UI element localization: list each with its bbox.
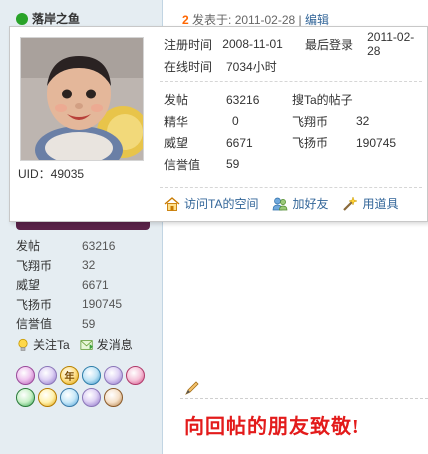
send-message-button[interactable]: 发消息 xyxy=(80,336,133,353)
register-value: 2008-11-01 xyxy=(222,37,283,51)
prestige-label: 威望 xyxy=(164,136,189,151)
medal-icon[interactable] xyxy=(104,366,123,385)
register-label: 注册时间 xyxy=(164,37,213,52)
card-stat-row: 精华 0 飞翔币 32 xyxy=(164,111,424,133)
online-label: 在线时间 xyxy=(164,59,213,74)
visit-space-label[interactable]: 访问TA的空间 xyxy=(184,195,258,212)
credit-label: 信誉值 xyxy=(164,157,201,172)
medal-icon[interactable] xyxy=(82,388,101,407)
card-stat-row: 威望 6671 飞扬币 190745 xyxy=(164,132,424,154)
stat-label: 发帖 xyxy=(16,239,41,254)
user-info-popup: UID：49035 注册时间 2008-11-01 最后登录 2011-02-2… xyxy=(9,26,428,222)
card-actions-divider xyxy=(160,187,422,188)
stat-value: 6671 xyxy=(82,277,109,292)
use-item-label[interactable]: 用道具 xyxy=(362,195,398,212)
prestige-value: 6671 xyxy=(226,135,253,150)
feiyang-value: 190745 xyxy=(356,135,397,150)
medal-icon[interactable] xyxy=(16,388,35,407)
user-info-summary: 注册时间 2008-11-01 最后登录 2011-02-28 在线时间 703… xyxy=(164,30,424,77)
stat-row-credit: 信誉值 59 xyxy=(16,314,156,334)
follow-button[interactable]: 关注Ta xyxy=(16,336,70,353)
user-avatar[interactable] xyxy=(20,37,144,161)
medal-icon[interactable] xyxy=(126,366,145,385)
stat-label: 飞扬币 xyxy=(16,297,53,312)
card-actions: 访问TA的空间 加好友 用道具 xyxy=(164,195,398,212)
register-row: 注册时间 2008-11-01 最后登录 2011-02-28 xyxy=(164,30,424,58)
medal-icon[interactable] xyxy=(82,366,101,385)
magic-wand-icon xyxy=(343,195,359,211)
author-stats: 发帖 63216 飞翔币 32 威望 6671 飞扬币 190745 信誉值 5… xyxy=(16,236,156,334)
medal-icon[interactable] xyxy=(104,388,123,407)
posts-value: 63216 xyxy=(226,92,260,107)
stat-row-feixiang: 飞翔币 32 xyxy=(16,256,156,276)
last-login-label: 最后登录 xyxy=(305,37,354,52)
author-actions: 关注Ta 发消息 xyxy=(16,336,133,353)
user-uid: UID：49035 xyxy=(18,167,85,181)
floor-number: 2 xyxy=(182,13,189,27)
medal-icon[interactable] xyxy=(60,388,79,407)
medal-icon[interactable]: 年 xyxy=(60,366,79,385)
post-message: 向回帖的朋友致敬! xyxy=(184,416,360,438)
feixiang-value: 32 xyxy=(356,114,370,129)
medal-icon[interactable] xyxy=(38,388,57,407)
essence-label: 精华 xyxy=(164,114,189,129)
envelope-icon xyxy=(80,339,93,350)
stat-row-posts: 发帖 63216 xyxy=(16,236,156,256)
feiyang-label: 飞扬币 xyxy=(292,136,329,151)
card-stat-row: 发帖 63216 搜Ta的帖子 xyxy=(164,89,424,111)
last-login-value: 2011-02-28 xyxy=(367,30,415,58)
stat-value: 63216 xyxy=(82,238,116,253)
visit-space-link[interactable]: 访问TA的空间 xyxy=(164,195,258,212)
essence-value: 0 xyxy=(232,114,239,129)
medal-list: 年 xyxy=(16,366,146,407)
lightbulb-icon xyxy=(18,338,28,351)
posted-time: 发表于: 2011-02-28 xyxy=(192,13,296,27)
send-message-label[interactable]: 发消息 xyxy=(97,336,133,353)
add-friend-link[interactable]: 加好友 xyxy=(272,195,328,212)
stat-label: 威望 xyxy=(16,278,41,293)
use-item-link[interactable]: 用道具 xyxy=(342,195,398,212)
stat-label: 信誉值 xyxy=(16,317,53,332)
author-name[interactable]: 落岸之鱼 xyxy=(16,10,80,27)
add-friend-label[interactable]: 加好友 xyxy=(292,195,328,212)
stat-value: 32 xyxy=(82,258,96,273)
stat-row-feiyang: 飞扬币 190745 xyxy=(16,295,156,315)
pencil-icon xyxy=(185,381,199,395)
posts-label: 发帖 xyxy=(164,93,189,108)
user-stats: 发帖 63216 搜Ta的帖子 精华 0 飞翔币 32 威望 6671 飞扬币 … xyxy=(164,89,424,175)
follow-label[interactable]: 关注Ta xyxy=(33,336,70,353)
edit-link[interactable]: 编辑 xyxy=(305,13,329,27)
header-separator: | xyxy=(298,13,302,27)
search-posts-link[interactable]: 搜Ta的帖子 xyxy=(292,91,353,108)
home-icon xyxy=(164,196,180,211)
stat-value: 59 xyxy=(82,316,96,331)
online-status-icon xyxy=(16,13,28,25)
feixiang-label: 飞翔币 xyxy=(292,114,329,129)
card-divider xyxy=(160,81,422,82)
stat-label: 飞翔币 xyxy=(16,258,53,273)
add-friend-icon xyxy=(273,197,288,210)
medal-icon[interactable] xyxy=(16,366,35,385)
online-row: 在线时间 7034小时 xyxy=(164,55,424,77)
credit-value: 59 xyxy=(226,157,240,172)
author-name-text[interactable]: 落岸之鱼 xyxy=(32,12,80,26)
medal-icon[interactable] xyxy=(38,366,57,385)
stat-value: 190745 xyxy=(82,297,123,312)
stat-row-prestige: 威望 6671 xyxy=(16,275,156,295)
avatar-photo xyxy=(21,38,143,160)
card-stat-row: 信誉值 59 xyxy=(164,154,424,176)
online-value: 7034小时 xyxy=(226,59,277,74)
content-divider xyxy=(180,398,428,399)
